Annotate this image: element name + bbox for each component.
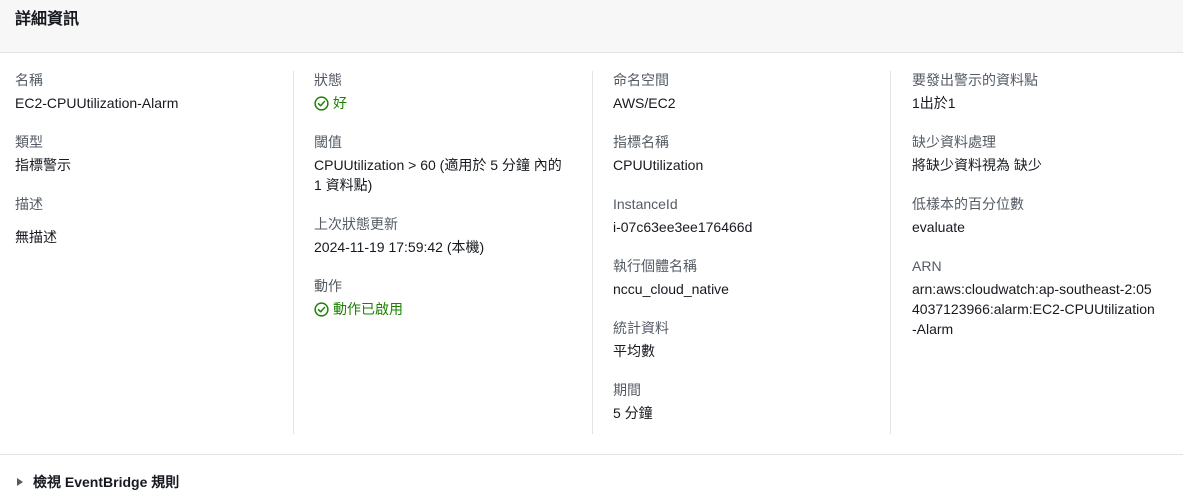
actions-text: 動作已啟用 bbox=[333, 301, 403, 317]
type-label: 類型 bbox=[15, 134, 43, 150]
threshold-value: CPUUtilization > 60 (適用於 5 分鐘 內的 1 資料點) bbox=[314, 157, 562, 193]
panel-title: 詳細資訊 bbox=[15, 11, 80, 28]
arn-label: ARN bbox=[912, 258, 942, 274]
expander-label: 檢視 EventBridge 規則 bbox=[33, 474, 180, 490]
last-update-value: 2024-11-19 17:59:42 (本機) bbox=[314, 239, 485, 255]
field-instance-id: InstanceId i-07c63ee3ee176466d bbox=[613, 195, 878, 237]
name-value: EC2-CPUUtilization-Alarm bbox=[15, 95, 179, 111]
datapoints-label: 要發出警示的資料點 bbox=[912, 72, 1038, 88]
field-name: 名稱 EC2-CPUUtilization-Alarm bbox=[15, 71, 290, 113]
field-state: 狀態 好 bbox=[314, 71, 579, 113]
percentile-label: 低樣本的百分位數 bbox=[912, 196, 1024, 212]
instance-name-value: nccu_cloud_native bbox=[613, 281, 729, 297]
statistic-label: 統計資料 bbox=[613, 320, 669, 336]
footer-divider bbox=[0, 454, 1183, 455]
field-instance-name: 執行個體名稱 nccu_cloud_native bbox=[613, 257, 878, 299]
caret-right-icon bbox=[17, 478, 23, 486]
details-column-3: 命名空間 AWS/EC2 指標名稱 CPUUtilization Instanc… bbox=[613, 71, 878, 434]
column-divider bbox=[592, 71, 593, 434]
column-divider bbox=[890, 71, 891, 434]
field-threshold: 閾值 CPUUtilization > 60 (適用於 5 分鐘 內的 1 資料… bbox=[314, 133, 579, 195]
field-arn: ARN arn:aws:cloudwatch:ap-southeast-2:05… bbox=[912, 257, 1172, 339]
field-statistic: 統計資料 平均數 bbox=[613, 319, 878, 361]
instance-id-value: i-07c63ee3ee176466d bbox=[613, 219, 753, 235]
details-column-1: 名稱 EC2-CPUUtilization-Alarm 類型 指標警示 描述 無… bbox=[15, 71, 290, 434]
datapoints-value: 1出於1 bbox=[912, 95, 956, 111]
view-eventbridge-rules-expander[interactable]: 檢視 EventBridge 規則 bbox=[15, 472, 179, 492]
check-circle-icon bbox=[314, 301, 329, 317]
panel-header: 詳細資訊 bbox=[0, 0, 1183, 53]
field-last-update: 上次狀態更新 2024-11-19 17:59:42 (本機) bbox=[314, 215, 579, 257]
description-value: 無描述 bbox=[15, 229, 57, 245]
namespace-label: 命名空間 bbox=[613, 72, 669, 88]
missing-data-label: 缺少資料處理 bbox=[912, 134, 996, 150]
details-column-4: 要發出警示的資料點 1出於1 缺少資料處理 將缺少資料視為 缺少 低樣本的百分位… bbox=[912, 71, 1172, 434]
period-value: 5 分鐘 bbox=[613, 405, 653, 421]
arn-value: arn:aws:cloudwatch:ap-southeast-2:054037… bbox=[912, 281, 1155, 337]
type-value: 指標警示 bbox=[15, 157, 71, 173]
threshold-label: 閾值 bbox=[314, 134, 342, 150]
namespace-value: AWS/EC2 bbox=[613, 95, 676, 111]
actions-label: 動作 bbox=[314, 278, 342, 294]
field-type: 類型 指標警示 bbox=[15, 133, 290, 175]
column-divider bbox=[293, 71, 294, 434]
name-label: 名稱 bbox=[15, 72, 43, 88]
metric-name-value: CPUUtilization bbox=[613, 157, 704, 173]
state-label: 狀態 bbox=[314, 72, 342, 88]
instance-id-label: InstanceId bbox=[613, 196, 678, 212]
description-label: 描述 bbox=[15, 196, 43, 212]
field-percentile: 低樣本的百分位數 evaluate bbox=[912, 195, 1172, 237]
state-value: 好 bbox=[314, 93, 579, 113]
field-metric-name: 指標名稱 CPUUtilization bbox=[613, 133, 878, 175]
check-circle-icon bbox=[314, 95, 329, 111]
period-label: 期間 bbox=[613, 382, 641, 398]
alarm-details-panel: 詳細資訊 名稱 EC2-CPUUtilization-Alarm 類型 指標警示… bbox=[0, 0, 1183, 500]
metric-name-label: 指標名稱 bbox=[613, 134, 669, 150]
field-actions: 動作 動作已啟用 bbox=[314, 277, 579, 319]
percentile-value: evaluate bbox=[912, 219, 965, 235]
last-update-label: 上次狀態更新 bbox=[314, 216, 398, 232]
field-namespace: 命名空間 AWS/EC2 bbox=[613, 71, 878, 113]
field-period: 期間 5 分鐘 bbox=[613, 381, 878, 423]
statistic-value: 平均數 bbox=[613, 343, 655, 359]
instance-name-label: 執行個體名稱 bbox=[613, 258, 697, 274]
field-datapoints: 要發出警示的資料點 1出於1 bbox=[912, 71, 1172, 113]
missing-data-value: 將缺少資料視為 缺少 bbox=[912, 157, 1042, 173]
details-column-2: 狀態 好 閾值 CPUUtilization > 60 (適用於 5 分鐘 內的… bbox=[314, 71, 579, 434]
actions-value: 動作已啟用 bbox=[314, 299, 579, 319]
field-missing-data: 缺少資料處理 將缺少資料視為 缺少 bbox=[912, 133, 1172, 175]
field-description: 描述 無描述 bbox=[15, 195, 290, 247]
state-text: 好 bbox=[333, 95, 347, 111]
